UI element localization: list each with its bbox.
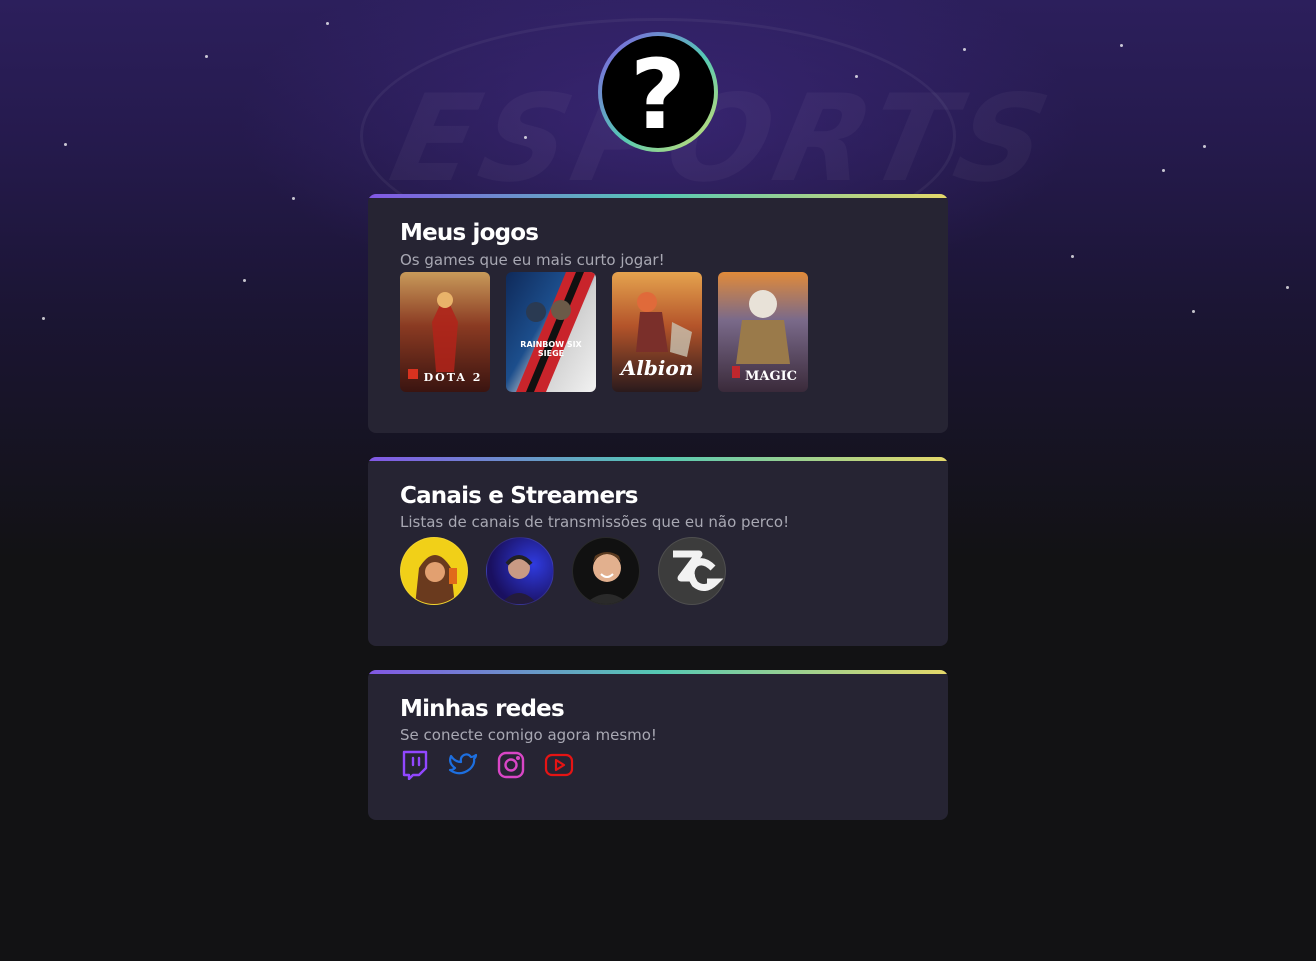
star: [1286, 286, 1289, 289]
game-card-rainbow-six-siege[interactable]: RAINBOW SIX SIEGE: [506, 272, 596, 392]
avatar-question-icon: ?: [602, 36, 714, 148]
star: [1120, 44, 1123, 47]
star: [243, 279, 246, 282]
instagram-icon: [497, 751, 525, 779]
twitch-icon: [402, 750, 428, 780]
star: [1203, 145, 1206, 148]
social-card: Minhas redes Se conecte comigo agora mes…: [368, 670, 948, 820]
star: [42, 317, 45, 320]
streamers-title: Canais e Streamers: [400, 483, 639, 509]
social-links: [400, 750, 574, 780]
card-gradient-bar: [368, 670, 948, 674]
social-subtitle: Se conecte comigo agora mesmo!: [400, 726, 657, 744]
star: [1192, 310, 1195, 313]
star: [1071, 255, 1074, 258]
game-title: RAINBOW SIX SIEGE: [520, 340, 582, 358]
star: [963, 48, 966, 51]
game-title: DOTA 2: [423, 371, 483, 384]
games-subtitle: Os games que eu mais curto jogar!: [400, 251, 665, 269]
games-card: Meus jogos Os games que eu mais curto jo…: [368, 194, 948, 433]
streamers-card: Canais e Streamers Listas de canais de t…: [368, 457, 948, 646]
game-card-magic[interactable]: MAGIC: [718, 272, 808, 392]
twitch-link[interactable]: [400, 750, 430, 780]
svg-text:?: ?: [630, 39, 686, 148]
star: [524, 136, 527, 139]
streamers-list: [400, 537, 726, 605]
card-gradient-bar: [368, 194, 948, 198]
game-card-dota-2[interactable]: DOTA 2: [400, 272, 490, 392]
game-title: MAGIC: [744, 369, 797, 384]
card-gradient-bar: [368, 457, 948, 461]
star: [855, 75, 858, 78]
zg-logo-avatar[interactable]: [658, 537, 726, 605]
game-title: Albion: [620, 356, 694, 380]
profile-avatar: ?: [598, 32, 718, 152]
star: [292, 197, 295, 200]
games-title: Meus jogos: [400, 220, 539, 246]
games-list: DOTA 2 RAINBOW SIX SIEGE Albion MAGIC: [400, 272, 808, 392]
star: [64, 143, 67, 146]
twitter-link[interactable]: [448, 750, 478, 780]
hooded-character-avatar[interactable]: [400, 537, 468, 605]
game-card-albion[interactable]: Albion: [612, 272, 702, 392]
youtube-link[interactable]: [544, 750, 574, 780]
streamers-subtitle: Listas de canais de transmissões que eu …: [400, 513, 790, 531]
star: [326, 22, 329, 25]
twitter-icon: [448, 753, 478, 775]
social-title: Minhas redes: [400, 696, 565, 722]
smiling-man-avatar[interactable]: [572, 537, 640, 605]
star: [205, 55, 208, 58]
star: [1162, 169, 1165, 172]
instagram-link[interactable]: [496, 750, 526, 780]
headset-streamer-avatar[interactable]: [486, 537, 554, 605]
youtube-icon: [544, 753, 574, 777]
esports-logo-text: ESPORTS: [380, 70, 1065, 209]
